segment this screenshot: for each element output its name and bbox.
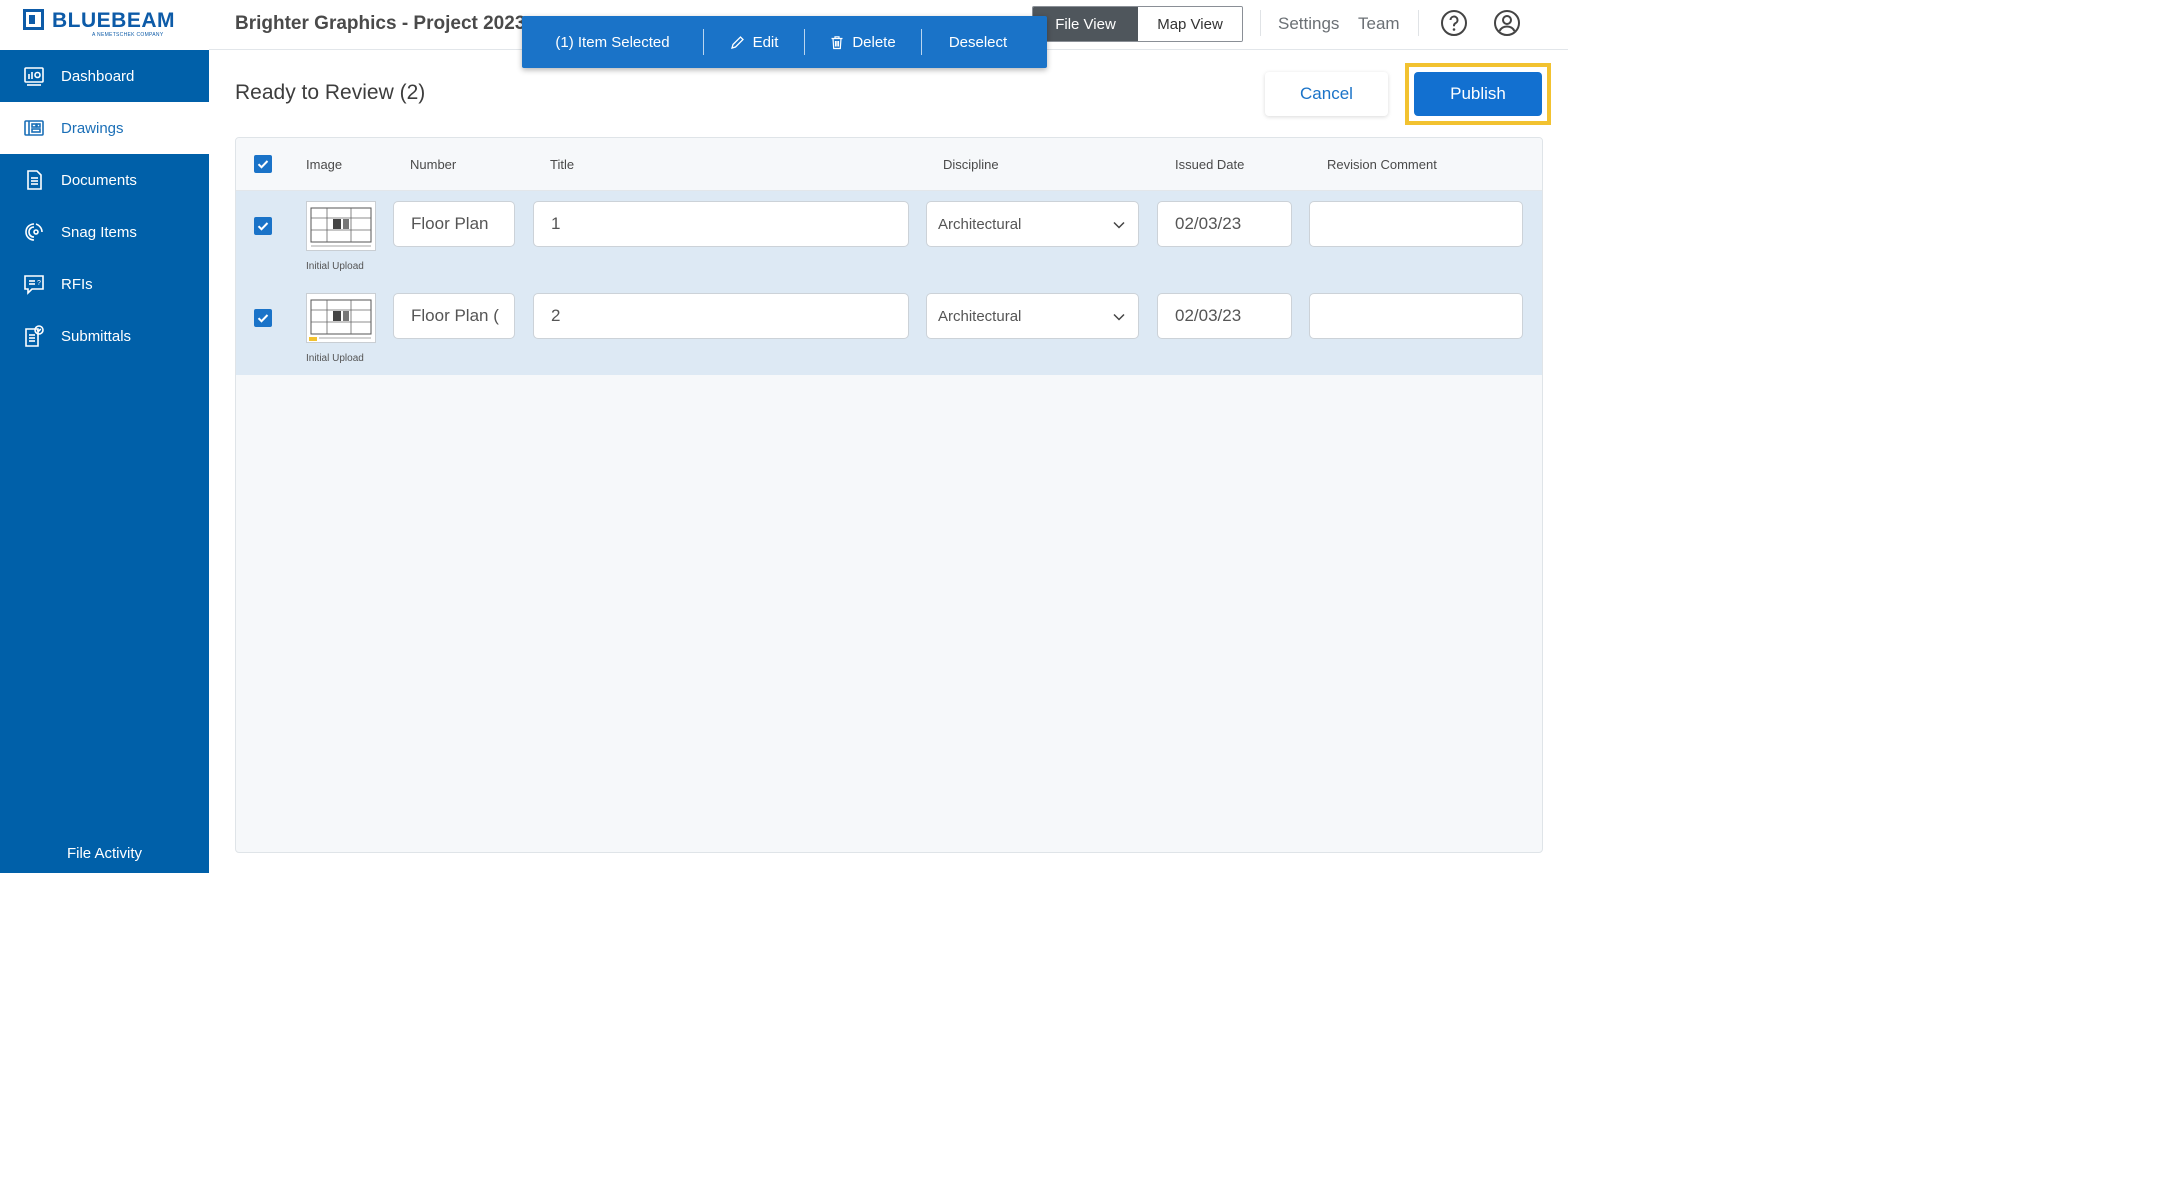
selection-action-bar: (1) Item Selected Edit Delete Deselect [522,16,1047,68]
pencil-icon [730,35,744,49]
column-header-title: Title [550,157,575,172]
brand-name: BLUEBEAM [52,9,175,32]
chevron-down-icon [1113,221,1125,229]
sidebar-item-label: Documents [61,171,137,189]
sidebar-item-dashboard[interactable]: Dashboard [0,50,209,102]
sidebar-item-label: RFIs [61,275,93,293]
delete-button[interactable]: Delete [805,16,921,68]
table-header: Image Number Title Discipline Issued Dat… [236,138,1542,191]
account-icon[interactable] [1493,9,1521,37]
chevron-down-icon [1113,313,1125,321]
column-header-discipline: Discipline [943,157,999,172]
sidebar-item-label: Dashboard [61,67,135,85]
page-title: Ready to Review (2) [235,81,426,104]
column-header-revision-comment: Revision Comment [1327,157,1437,172]
discipline-value: Architectural [938,307,1022,325]
file-activity-link[interactable]: File Activity [0,845,209,862]
drawing-thumbnail[interactable] [306,293,376,343]
column-header-number: Number [410,157,457,172]
snag-icon [23,221,45,243]
brand-tagline: A NEMETSCHEK COMPANY [92,32,164,38]
title-input[interactable]: 2 [533,293,909,339]
publish-button[interactable]: Publish [1414,72,1542,116]
documents-icon [23,169,45,191]
title-input[interactable]: 1 [533,201,909,247]
column-header-issued-date: Issued Date [1175,157,1245,172]
table-row: Initial Upload Floor Plan 1 Architectura… [236,191,1542,283]
revision-comment-input[interactable] [1309,293,1523,339]
team-link[interactable]: Team [1358,14,1400,34]
check-icon [257,222,269,231]
svg-text:?: ? [37,280,41,287]
sidebar-nav: Dashboard Drawings Documents Snag Items … [0,50,209,362]
sidebar: BLUEBEAM A NEMETSCHEK COMPANY Dashboard … [0,0,209,873]
check-icon [257,160,269,169]
rfi-icon: ? [23,273,45,295]
revision-comment-input[interactable] [1309,201,1523,247]
discipline-select[interactable]: Architectural [926,201,1139,247]
number-input[interactable]: Floor Plan [393,201,515,247]
help-icon[interactable] [1440,9,1468,37]
sidebar-item-label: Submittals [61,327,132,345]
view-toggle: File View Map View [1032,6,1243,42]
sidebar-item-submittals[interactable]: Submittals [0,310,209,362]
discipline-value: Architectural [938,215,1022,233]
issued-date-input[interactable]: 02/03/23 [1157,293,1292,339]
edit-label: Edit [752,33,779,51]
dashboard-icon [23,65,45,87]
drawings-icon [23,117,45,139]
select-all-checkbox[interactable] [254,155,272,173]
discipline-select[interactable]: Architectural [926,293,1139,339]
deselect-button[interactable]: Deselect [922,16,1034,68]
row-checkbox[interactable] [254,309,272,327]
sidebar-item-snag-items[interactable]: Snag Items [0,206,209,258]
check-icon [257,314,269,323]
selected-count: (1) Item Selected [555,33,670,51]
logo[interactable]: BLUEBEAM A NEMETSCHEK COMPANY [0,0,209,50]
sidebar-item-rfis[interactable]: ? RFIs [0,258,209,310]
settings-link[interactable]: Settings [1278,14,1339,34]
number-input[interactable]: Floor Plan ( [393,293,515,339]
submittals-icon [23,325,45,347]
table-row: Initial Upload Floor Plan ( 2 Architectu… [236,283,1542,375]
issued-date-input[interactable]: 02/03/23 [1157,201,1292,247]
project-title: Brighter Graphics - Project 2023 [235,13,526,34]
header-divider [1260,10,1261,36]
column-header-image: Image [306,157,343,172]
image-label: Initial Upload [306,353,364,364]
sidebar-item-drawings[interactable]: Drawings [0,102,209,154]
sidebar-item-label: Drawings [61,119,124,137]
file-view-button[interactable]: File View [1033,7,1138,41]
edit-button[interactable]: Edit [704,16,804,68]
drawings-review-table: Image Number Title Discipline Issued Dat… [235,137,1543,853]
bluebeam-logo-icon [23,9,44,30]
delete-label: Delete [852,33,896,51]
drawing-thumbnail[interactable] [306,201,376,251]
image-label: Initial Upload [306,261,364,272]
cancel-button[interactable]: Cancel [1265,72,1388,116]
trash-icon [831,35,843,49]
map-view-button[interactable]: Map View [1138,7,1242,41]
header-divider [1418,10,1419,36]
sidebar-item-documents[interactable]: Documents [0,154,209,206]
row-checkbox[interactable] [254,217,272,235]
sidebar-item-label: Snag Items [61,223,137,241]
